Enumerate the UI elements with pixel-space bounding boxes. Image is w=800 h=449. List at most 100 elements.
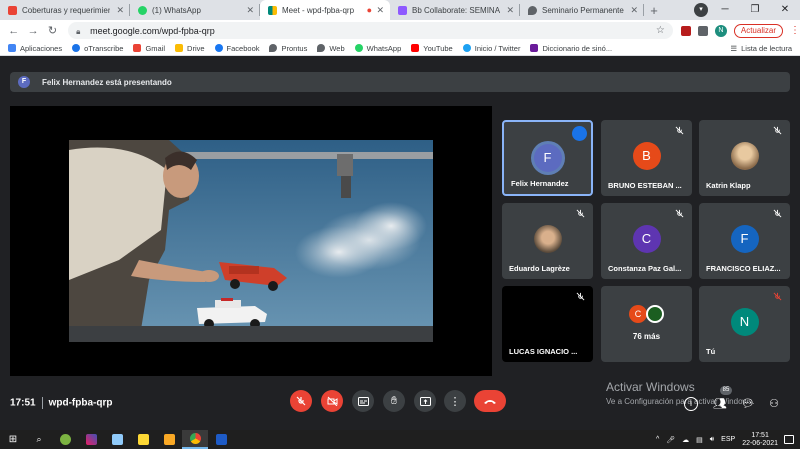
avatar-photo [533, 225, 562, 253]
present-now-button[interactable] [414, 390, 436, 412]
bookmark-aplicaciones[interactable]: Aplicaciones [8, 44, 62, 53]
address-bar[interactable]: 🔒︎ meet.google.com/wpd-fpba-qrp ☆ [68, 22, 673, 39]
chrome-icon [189, 433, 201, 444]
self-tile[interactable]: N Tú [699, 286, 790, 362]
browser-tab-coberturas[interactable]: Coberturas y requerimientos ✕ [0, 0, 130, 20]
participant-tile[interactable]: LUCAS IGNACIO ... [502, 286, 593, 362]
more-menu-icon[interactable]: ⋮ [790, 25, 800, 36]
participant-tile[interactable]: F FRANCISCO ELIAZ... [699, 203, 790, 279]
bookmark-gmail[interactable]: Gmail [133, 44, 165, 53]
profile-avatar[interactable]: N [714, 24, 727, 37]
lock-icon[interactable]: 🔒︎ [76, 27, 84, 36]
onedrive-icon[interactable]: ☁ [682, 436, 689, 444]
location-pin-icon [317, 44, 326, 52]
bookmark-drive[interactable]: Drive [175, 44, 205, 53]
avatar-photo [730, 142, 759, 170]
browser-tab-seminario[interactable]: Seminario Permanente comu ✕ [520, 0, 644, 20]
bookmark-star-icon[interactable]: ☆ [656, 25, 665, 36]
bookmark-label: Facebook [226, 43, 260, 53]
taskbar-app-1[interactable] [52, 430, 78, 449]
chevron-up-icon[interactable]: ^ [656, 436, 659, 443]
mic-toggle-button[interactable] [290, 390, 312, 412]
meeting-details-icon[interactable]: i [684, 397, 698, 411]
apps-grid-icon [8, 44, 16, 52]
taskbar-file-explorer[interactable] [156, 430, 182, 449]
close-tab-icon[interactable]: ✕ [376, 5, 384, 16]
back-icon[interactable]: ← [6, 25, 21, 37]
participant-tile[interactable]: Katrin Klapp [699, 120, 790, 196]
raise-hand-button[interactable]: ✋︎ [383, 390, 405, 412]
meeting-info: 17:51 wpd-fpba-qrp [10, 397, 112, 409]
activities-icon[interactable]: ⚇ [767, 397, 781, 411]
taskbar-app-3[interactable] [104, 430, 130, 449]
captions-button[interactable] [352, 390, 374, 412]
bookmark-twitter[interactable]: Inicio / Twitter [462, 44, 520, 53]
browser-tab-collaborate[interactable]: Bb Collaborate: SEMINARIO ✕ [390, 0, 520, 20]
browser-toolbar: ← → ↻ 🔒︎ meet.google.com/wpd-fpba-qrp ☆ … [0, 20, 800, 41]
microphone-icon[interactable]: 🎤︎ [666, 436, 675, 444]
taskbar-sticky-notes[interactable] [130, 430, 156, 449]
close-window-icon[interactable]: ✕ [770, 0, 800, 20]
search-icon: ⌕ [36, 434, 42, 444]
ublock-extension-icon[interactable] [680, 25, 691, 36]
new-tab-button[interactable]: + [644, 0, 664, 20]
participant-tile[interactable]: C Constanza Paz Gal... [601, 203, 692, 279]
location-favicon-icon [528, 5, 537, 15]
taskbar-app-2[interactable] [78, 430, 104, 449]
participant-tile[interactable]: B BRUNO ESTEBAN ... [601, 120, 692, 196]
tab-search-icon[interactable]: ▾ [694, 3, 708, 17]
restore-icon[interactable]: ❐ [740, 0, 770, 20]
puzzle-extension-icon[interactable] [697, 25, 708, 36]
camera-toggle-button[interactable] [321, 390, 343, 412]
forward-icon[interactable]: → [25, 25, 40, 37]
start-button[interactable]: ⊞ [0, 430, 26, 449]
people-icon[interactable]: 👥︎ [713, 397, 727, 411]
chat-icon[interactable]: 💬︎ [741, 397, 755, 411]
more-count: 76 más [632, 332, 661, 341]
hand-icon: ✋︎ [390, 394, 398, 407]
network-icon[interactable]: ▤ [696, 436, 703, 444]
taskbar-word[interactable] [208, 430, 234, 449]
bookmark-label: Aplicaciones [20, 43, 63, 53]
bookmark-label: Drive [187, 43, 205, 53]
close-tab-icon[interactable]: ✕ [246, 5, 254, 16]
more-options-button[interactable]: ⋮ [444, 390, 466, 412]
language-indicator[interactable]: ESP [721, 436, 735, 443]
reload-icon[interactable]: ↻ [45, 24, 60, 37]
dictionary-icon [530, 44, 539, 52]
volume-icon[interactable]: 🔊︎ [710, 436, 714, 444]
clock-time: 17:51 [751, 431, 769, 439]
browser-tab-whatsapp[interactable]: (1) WhatsApp ✕ [130, 0, 260, 20]
tab-title: Seminario Permanente comu [542, 5, 624, 15]
minimize-icon[interactable]: ─ [710, 0, 740, 20]
taskbar-clock[interactable]: 17:51 22-06-2021 [742, 432, 778, 448]
bookmark-otranscribe[interactable]: oTranscribe [72, 44, 123, 53]
leave-call-button[interactable] [474, 390, 506, 412]
taskbar-chrome[interactable] [182, 430, 208, 449]
bookmark-prontus[interactable]: Prontus [269, 44, 307, 53]
bookmark-whatsapp[interactable]: WhatsApp [354, 44, 401, 53]
bookmark-facebook[interactable]: Facebook [214, 43, 260, 53]
participant-name: LUCAS IGNACIO ... [509, 347, 578, 356]
bookmark-web[interactable]: Web [317, 44, 345, 53]
close-tab-icon[interactable]: ✕ [506, 5, 514, 16]
participant-name: Felix Hernandez [511, 179, 569, 188]
browser-tab-meet[interactable]: Meet - wpd-fpba-qrp ● ✕ [260, 0, 390, 20]
close-tab-icon[interactable]: ✕ [630, 5, 638, 16]
reading-list[interactable]: ☰ Lista de lectura [730, 44, 792, 53]
meeting-time: 17:51 [10, 397, 36, 409]
close-tab-icon[interactable]: ✕ [116, 5, 124, 16]
muted-mic-icon [773, 209, 782, 218]
presentation-stage[interactable] [10, 106, 492, 376]
muted-mic-icon [576, 209, 585, 218]
participant-tile[interactable]: F Felix Hernandez [502, 120, 593, 196]
people-count-badge: 85 [720, 386, 732, 395]
search-button[interactable]: ⌕ [26, 430, 52, 449]
participant-tile[interactable]: Eduardo Lagrèze [502, 203, 593, 279]
bookmark-diccionario[interactable]: Diccionario de sinó... [530, 44, 612, 53]
more-participants-tile[interactable]: C 76 más [601, 286, 692, 362]
bookmark-youtube[interactable]: YouTube [411, 44, 453, 53]
update-button[interactable]: Actualizar [733, 23, 783, 38]
notification-center-icon[interactable] [784, 435, 794, 444]
captions-icon [357, 396, 369, 406]
